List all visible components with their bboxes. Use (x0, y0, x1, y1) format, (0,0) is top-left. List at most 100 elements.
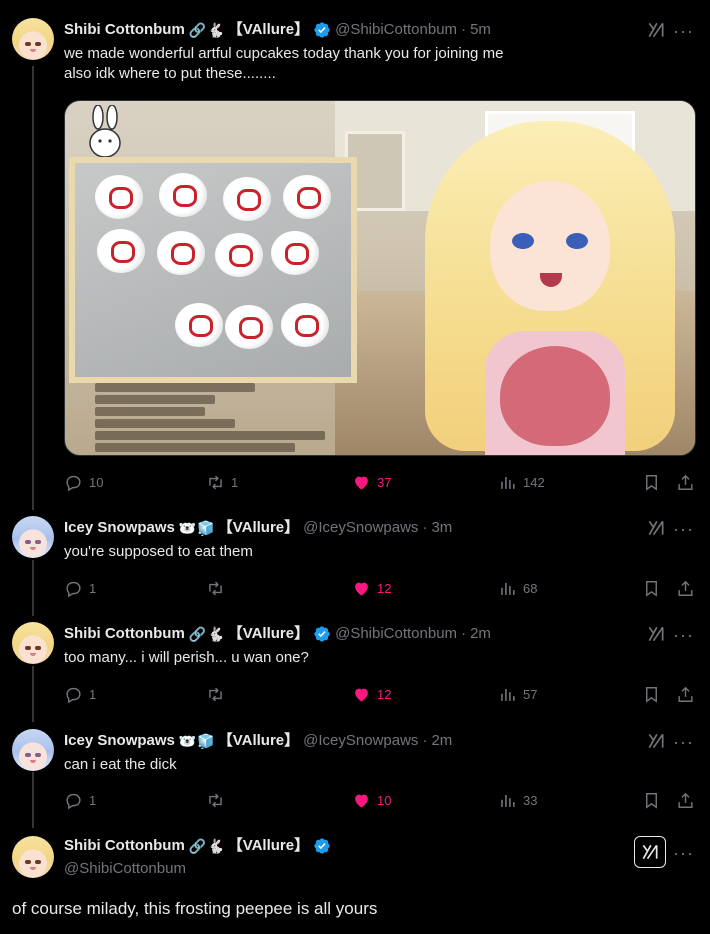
tweet-actions: 1 12 57 (64, 684, 704, 704)
cupcake (175, 303, 223, 347)
reply-button[interactable]: 1 (64, 578, 96, 598)
name-emojis: 🔗🐇 (188, 838, 226, 854)
name-emojis: 🔗🐇 (188, 626, 226, 642)
views-icon (501, 476, 515, 489)
reply-icon (66, 581, 81, 597)
like-button[interactable]: 12 (352, 578, 391, 598)
reply-count: 10 (89, 474, 104, 490)
bookmark-button[interactable] (642, 472, 667, 492)
author-name[interactable]: Icey Snowpaws (64, 518, 175, 538)
reply-button[interactable]: 10 (64, 472, 103, 492)
like-button[interactable]: 12 (352, 684, 391, 704)
share-button[interactable] (676, 684, 701, 704)
grok-icon[interactable] (646, 624, 666, 644)
separator-dot: · (461, 625, 467, 642)
views-button[interactable]: 68 (498, 578, 537, 598)
grok-icon[interactable] (646, 518, 666, 538)
avatar[interactable] (12, 18, 54, 60)
tweet-header: Icey Snowpaws 🐻‍❄️🧊 【VAllure】 @IceySnowp… (64, 731, 650, 751)
repost-icon (209, 687, 222, 701)
name-tag[interactable]: 【VAllure】 (228, 836, 309, 856)
repost-count: 1 (231, 474, 239, 490)
author-name[interactable]: Shibi Cottonbum (64, 624, 185, 644)
like-count: 12 (377, 580, 392, 596)
views-icon (501, 582, 515, 595)
separator-dot: · (461, 21, 467, 38)
tweet-header: Shibi Cottonbum 🔗🐇 【VAllure】 @ShibiCotto… (64, 624, 650, 644)
reply-button[interactable]: 1 (64, 684, 96, 704)
grok-button[interactable] (634, 836, 666, 868)
more-icon[interactable]: ··· (673, 844, 694, 862)
share-button[interactable] (676, 790, 701, 810)
thread-line (32, 772, 34, 828)
share-icon (678, 474, 693, 490)
name-tag[interactable]: 【VAllure】 (218, 731, 299, 751)
reply-button[interactable]: 1 (64, 790, 96, 810)
verified-badge-icon (314, 22, 330, 38)
grok-icon (642, 844, 658, 860)
bookmark-icon (646, 474, 657, 491)
name-tag[interactable]: 【VAllure】 (228, 20, 309, 40)
bookmark-button[interactable] (642, 684, 667, 704)
share-icon (678, 580, 693, 596)
avatar[interactable] (12, 729, 54, 771)
author-handle[interactable]: @ShibiCottonbum (335, 624, 457, 644)
heart-icon (355, 476, 368, 490)
cupcake (281, 303, 329, 347)
heart-icon (355, 794, 368, 808)
author-handle[interactable]: @ShibiCottonbum (64, 859, 186, 879)
timestamp[interactable]: 2m (470, 624, 491, 644)
author-handle[interactable]: @ShibiCottonbum (335, 20, 457, 40)
share-button[interactable] (676, 472, 701, 492)
thread-line (32, 560, 34, 616)
timestamp[interactable]: 3m (431, 518, 452, 538)
more-icon[interactable]: ··· (673, 733, 694, 751)
views-button[interactable]: 57 (498, 684, 537, 704)
tweet-text: we made wonderful artful cupcakes today … (64, 44, 696, 84)
verified-badge-icon (314, 838, 330, 854)
avatar[interactable] (12, 622, 54, 664)
bookmark-button[interactable] (642, 790, 667, 810)
author-name[interactable]: Shibi Cottonbum (64, 836, 185, 856)
stream-chat-overlay (95, 383, 355, 455)
author-name[interactable]: Icey Snowpaws (64, 731, 175, 751)
share-button[interactable] (676, 578, 701, 598)
grok-icon[interactable] (646, 20, 666, 40)
tweet-media-image[interactable] (64, 100, 696, 456)
author-handle[interactable]: @IceySnowpaws (303, 518, 418, 538)
views-count: 68 (523, 580, 538, 596)
bookmark-icon (646, 580, 657, 597)
name-tag[interactable]: 【VAllure】 (218, 518, 299, 538)
repost-button[interactable] (206, 578, 231, 598)
views-button[interactable]: 142 (498, 472, 545, 492)
avatar[interactable] (12, 836, 54, 878)
views-button[interactable]: 33 (498, 790, 537, 810)
author-name[interactable]: Shibi Cottonbum (64, 20, 185, 40)
grok-icon[interactable] (646, 731, 666, 751)
name-tag[interactable]: 【VAllure】 (228, 624, 309, 644)
timestamp[interactable]: 5m (470, 20, 491, 40)
cupcake (157, 231, 205, 275)
tweet-text-line: we made wonderful artful cupcakes today … (64, 45, 504, 62)
more-icon[interactable]: ··· (673, 22, 694, 40)
repost-button[interactable]: 1 (206, 472, 238, 492)
cupcake (159, 173, 207, 217)
timestamp[interactable]: 2m (431, 731, 452, 751)
name-emojis: 🐻‍❄️🧊 (178, 733, 216, 749)
heart-icon (355, 582, 368, 596)
avatar[interactable] (12, 516, 54, 558)
cupcake (271, 231, 319, 275)
more-icon[interactable]: ··· (673, 626, 694, 644)
name-emojis: 🐻‍❄️🧊 (178, 520, 216, 536)
repost-button[interactable] (206, 790, 231, 810)
bookmark-button[interactable] (642, 578, 667, 598)
repost-icon (209, 475, 222, 489)
tweet-text: you're supposed to eat them (64, 543, 253, 560)
repost-button[interactable] (206, 684, 231, 704)
tweet-actions: 1 10 33 (64, 790, 704, 810)
author-handle[interactable]: @IceySnowpaws (303, 731, 418, 751)
like-button[interactable]: 37 (352, 472, 391, 492)
more-icon[interactable]: ··· (673, 520, 694, 538)
like-button[interactable]: 10 (352, 790, 391, 810)
bookmark-icon (646, 792, 657, 809)
